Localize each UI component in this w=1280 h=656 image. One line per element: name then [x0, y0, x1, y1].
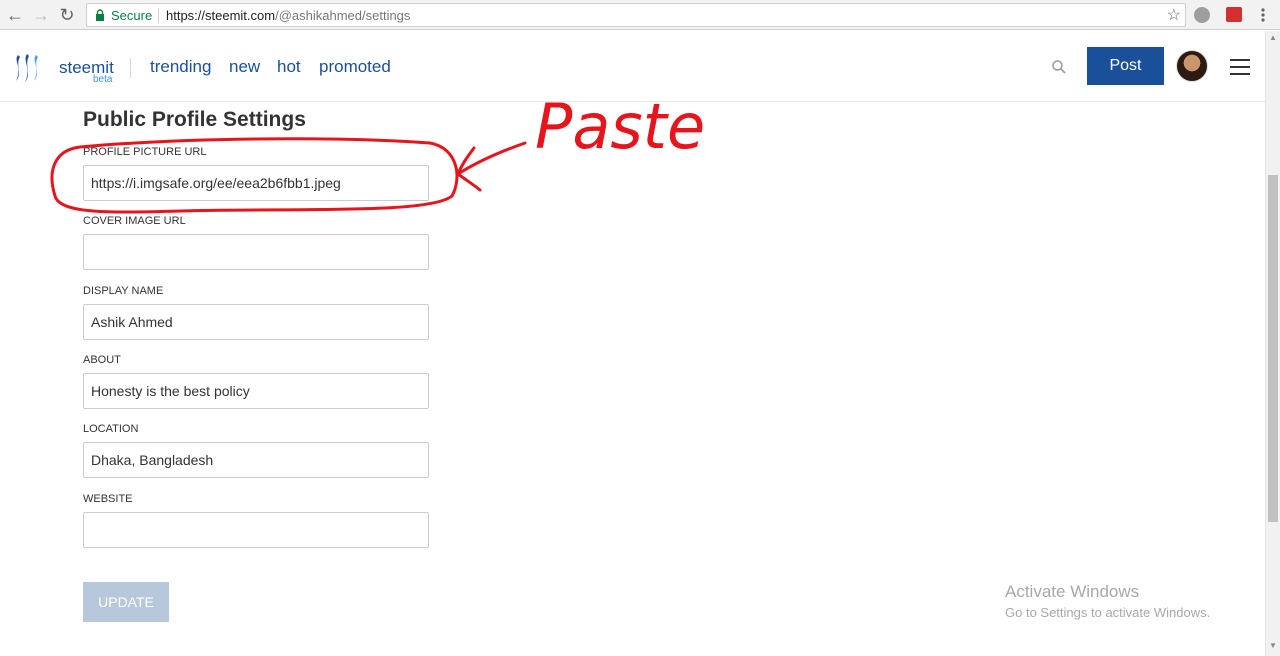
profile-picture-url-label: PROFILE PICTURE URL	[83, 146, 207, 158]
browser-toolbar: ← → ↻ Secure https://steemit.com/@ashika…	[0, 0, 1280, 30]
about-label: ABOUT	[83, 354, 121, 366]
nav-new[interactable]: new	[229, 57, 260, 77]
cover-image-url-label: COVER IMAGE URL	[83, 215, 186, 227]
windows-watermark-subtitle: Go to Settings to activate Windows.	[1005, 605, 1211, 620]
cover-image-url-input[interactable]	[83, 234, 429, 270]
website-input[interactable]	[83, 512, 429, 548]
display-name-label: DISPLAY NAME	[83, 285, 164, 297]
search-icon[interactable]	[1051, 59, 1067, 75]
profile-picture-url-input[interactable]	[83, 165, 429, 201]
address-bar[interactable]: Secure https://steemit.com/@ashikahmed/s…	[86, 3, 1186, 27]
secure-label: Secure	[111, 8, 153, 23]
hamburger-menu-icon[interactable]	[1230, 59, 1250, 75]
nav-trending[interactable]: trending	[150, 57, 211, 77]
location-label: LOCATION	[83, 423, 139, 435]
extension-icon[interactable]	[1194, 7, 1210, 23]
page-title: Public Profile Settings	[83, 108, 306, 131]
forward-arrow-icon[interactable]: →	[30, 4, 52, 26]
windows-watermark-title: Activate Windows	[1005, 582, 1140, 601]
site-header: steemit beta trending new hot promoted P…	[0, 31, 1265, 102]
avatar[interactable]	[1176, 50, 1208, 82]
lock-icon	[96, 9, 104, 21]
omnibox-divider	[158, 8, 159, 23]
brand-beta: beta	[93, 74, 113, 85]
url-path: /@ashikahmed/settings	[275, 8, 411, 23]
update-button[interactable]: UPDATE	[83, 582, 169, 622]
scroll-up-arrow-icon[interactable]: ▲	[1269, 33, 1277, 42]
annotation-arrow	[456, 141, 527, 192]
post-button[interactable]: Post	[1087, 47, 1164, 85]
location-input[interactable]	[83, 442, 429, 478]
chrome-menu-icon[interactable]	[1260, 8, 1266, 22]
display-name-input[interactable]	[83, 304, 429, 340]
steemit-logo-icon[interactable]	[11, 53, 45, 83]
scroll-thumb[interactable]	[1268, 175, 1278, 522]
scroll-down-arrow-icon[interactable]: ▼	[1269, 641, 1277, 650]
about-input[interactable]	[83, 373, 429, 409]
url-host: https://steemit.com	[166, 8, 276, 23]
page-scrollbar[interactable]: ▲ ▼	[1265, 31, 1280, 656]
nav-hot[interactable]: hot	[277, 57, 301, 77]
header-divider	[130, 58, 131, 78]
website-label: WEBSITE	[83, 493, 133, 505]
reload-icon[interactable]: ↻	[56, 4, 78, 26]
nav-promoted[interactable]: promoted	[319, 57, 391, 77]
extension-icon[interactable]	[1226, 7, 1242, 22]
star-icon[interactable]: ☆	[1167, 5, 1181, 25]
url-text[interactable]: https://steemit.com/@ashikahmed/settings	[166, 8, 410, 23]
back-arrow-icon[interactable]: ←	[4, 4, 26, 26]
